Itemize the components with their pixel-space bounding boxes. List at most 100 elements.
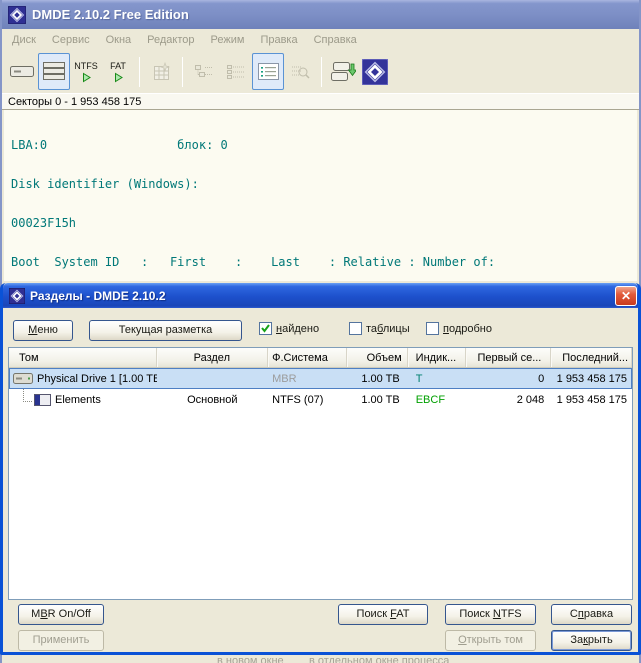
sector-view-button[interactable] [252, 53, 284, 90]
fat-search-button[interactable]: FAT [102, 53, 134, 90]
column-header-filesystem[interactable]: Ф.Система [268, 348, 347, 367]
checkbox-detailed-box[interactable] [426, 322, 439, 335]
menu-help: Справка [306, 31, 365, 49]
dmde-logo-button[interactable] [359, 53, 391, 90]
background-text-fragment: в отдельном окне процесса [309, 655, 449, 663]
apply-button: Применить [18, 630, 104, 651]
menu-disk: Диск [4, 31, 44, 49]
dialog-body: Меню Текущая разметка найдено таблицы по… [3, 308, 638, 652]
search-fat-button[interactable]: Поиск FAT [338, 604, 428, 625]
hex-line: 00023F15h [11, 217, 637, 230]
last-sector: 1 953 458 175 [551, 389, 632, 410]
menu-service: Сервис [44, 31, 98, 49]
search-icon [289, 63, 311, 81]
menu-windows: Окна [98, 31, 140, 49]
toolbar-separator [139, 57, 140, 87]
checkbox-found[interactable]: найдено [259, 322, 319, 335]
menu-bar: Диск Сервис Окна Редактор Режим Правка С… [2, 29, 639, 50]
tree-connector [23, 389, 32, 402]
dialog-title: Разделы - DMDE 2.10.2 [30, 289, 166, 303]
dialog-titlebar[interactable]: Разделы - DMDE 2.10.2 ✕ [3, 283, 638, 308]
hard-drive-icon [13, 373, 33, 384]
play-icon [113, 72, 124, 83]
table-row-elements-volume[interactable]: Elements Основной NTFS (07) 1.00 TB EBCF… [9, 389, 632, 410]
close-button[interactable]: ✕ [615, 286, 637, 306]
table-row-physical-drive[interactable]: Physical Drive 1 [1.00 TB ... MBR 1.00 T… [9, 368, 632, 389]
list-view-button [220, 53, 252, 90]
sector-range-bar: Секторы 0 - 1 953 458 175 [2, 93, 639, 110]
volume-name: Elements [55, 394, 101, 406]
tree-view-button [188, 53, 220, 90]
size: 1.00 TB [347, 389, 408, 410]
ntfs-search-button[interactable]: NTFS [70, 53, 102, 90]
dmde-app-icon [9, 288, 25, 304]
checkbox-tables[interactable]: таблицы [349, 322, 410, 335]
column-header-first-sector[interactable]: Первый се... [466, 348, 551, 367]
menu-mode: Режим [203, 31, 253, 49]
table-header: Том Раздел Ф.Система Объем Индик... Перв… [9, 348, 632, 368]
filesystem: MBR [268, 368, 347, 389]
menu-edit: Правка [252, 31, 305, 49]
partition-type [157, 368, 269, 389]
hex-line: Boot System ID : First : Last : Relative… [11, 256, 637, 269]
filesystem: NTFS (07) [268, 389, 347, 410]
current-layout-button[interactable]: Текущая разметка [89, 320, 242, 341]
check-icon [260, 323, 271, 334]
drives-stacked-icon [42, 61, 66, 82]
close-icon: ✕ [621, 289, 631, 303]
hex-line: Disk identifier (Windows): [11, 178, 637, 191]
search-ntfs-button[interactable]: Поиск NTFS [445, 604, 536, 625]
column-header-partition[interactable]: Раздел [157, 348, 269, 367]
partitions-table: Том Раздел Ф.Система Объем Индик... Перв… [8, 347, 633, 600]
column-header-last-sector[interactable]: Последний... [551, 348, 632, 367]
toolbar-separator [182, 57, 183, 87]
checkbox-detailed[interactable]: подробно [426, 322, 492, 335]
copy-sectors-button[interactable] [327, 53, 359, 90]
sector-view-icon [258, 63, 279, 80]
column-header-size[interactable]: Объем [347, 348, 408, 367]
indicator: T [408, 368, 467, 389]
sector-range-label: Секторы 0 - 1 953 458 175 [8, 96, 141, 108]
copy-sectors-icon [330, 61, 356, 82]
dmde-logo-icon [362, 59, 388, 85]
open-drive-button[interactable] [6, 53, 38, 90]
drive-icon [9, 64, 35, 79]
build-fs-button [145, 53, 177, 90]
help-button[interactable]: Справка [551, 604, 632, 625]
grid-sparkle-icon [151, 62, 171, 82]
background-text-fragment: в новом окне [217, 655, 284, 663]
mbr-onoff-button[interactable]: MBR On/Off [18, 604, 104, 625]
indicator: EBCF [408, 389, 467, 410]
mbr-text-view[interactable]: LBA:0 блок: 0 Disk identifier (Windows):… [4, 110, 637, 281]
menu-button[interactable]: Меню [13, 320, 73, 341]
main-titlebar[interactable]: DMDE 2.10.2 Free Edition [2, 0, 639, 29]
main-window-title: DMDE 2.10.2 Free Edition [32, 7, 189, 22]
open-volume-button: Открыть том [445, 630, 536, 651]
menu-editor: Редактор [139, 31, 202, 49]
column-header-volume[interactable]: Том [9, 348, 157, 367]
size: 1.00 TB [347, 368, 408, 389]
list-view-icon [225, 63, 247, 81]
partition-icon [34, 394, 51, 406]
first-sector: 0 [467, 368, 552, 389]
toolbar: NTFS FAT [2, 50, 639, 93]
toolbar-separator [321, 57, 322, 87]
first-sector: 2 048 [467, 389, 552, 410]
partitions-dialog: Разделы - DMDE 2.10.2 ✕ Меню Текущая раз… [0, 283, 641, 655]
volume-name: Physical Drive 1 [1.00 TB ... [37, 373, 157, 385]
close-dialog-button[interactable]: Закрыть [551, 630, 632, 651]
checkbox-found-box[interactable] [259, 322, 272, 335]
checkbox-tables-box[interactable] [349, 322, 362, 335]
checkbox-found-label: найдено [276, 323, 319, 335]
search-view-button [284, 53, 316, 90]
partition-type: Основной [157, 389, 269, 410]
checkbox-detailed-label: подробно [443, 323, 492, 335]
ntfs-label: NTFS [74, 61, 98, 71]
tree-view-icon [193, 63, 215, 81]
drives-list-button[interactable] [38, 53, 70, 90]
play-icon [81, 72, 92, 83]
last-sector: 1 953 458 175 [551, 368, 632, 389]
dmde-app-icon [8, 6, 26, 24]
column-header-indicator[interactable]: Индик... [408, 348, 467, 367]
hex-line: LBA:0 блок: 0 [11, 139, 637, 152]
